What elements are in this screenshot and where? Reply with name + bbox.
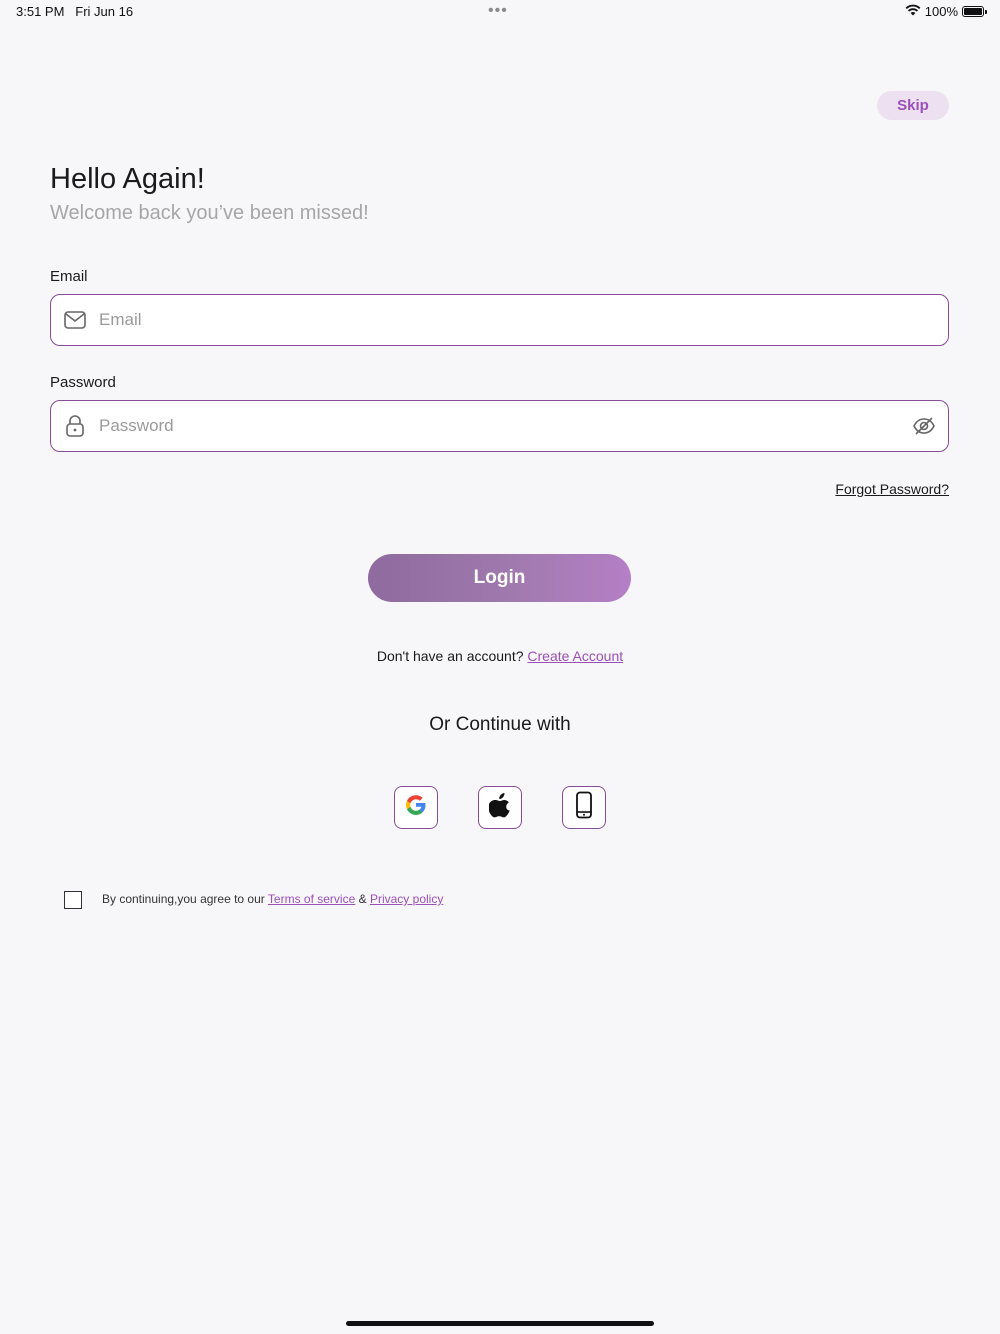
lock-icon <box>63 414 87 438</box>
wifi-icon <box>905 4 921 19</box>
status-bar-time: 3:51 PM Fri Jun 16 <box>16 4 133 19</box>
terms-checkbox[interactable] <box>64 891 82 909</box>
password-input[interactable] <box>97 415 911 437</box>
apple-login-button[interactable] <box>478 786 522 829</box>
forgot-password-link[interactable]: Forgot Password? <box>835 481 949 497</box>
multitasking-dots[interactable]: ••• <box>488 2 508 20</box>
page-subtitle: Welcome back you’ve been missed! <box>50 202 369 224</box>
skip-button[interactable]: Skip <box>877 91 949 120</box>
phone-icon <box>575 791 593 824</box>
privacy-policy-link[interactable]: Privacy policy <box>370 892 443 906</box>
login-button[interactable]: Login <box>368 554 631 602</box>
apple-icon <box>488 792 511 823</box>
email-input[interactable] <box>97 309 948 331</box>
phone-login-button[interactable] <box>562 786 606 829</box>
terms-of-service-link[interactable]: Terms of service <box>268 892 355 906</box>
mail-icon <box>63 308 87 332</box>
status-bar-right: 100% <box>905 4 987 19</box>
email-field[interactable] <box>50 294 949 346</box>
status-date: Fri Jun 16 <box>75 4 134 19</box>
email-label: Email <box>50 268 88 285</box>
google-icon <box>403 792 429 823</box>
signup-row: Don't have an account? Create Account <box>0 648 1000 664</box>
eye-off-icon[interactable] <box>911 413 937 439</box>
terms-separator: & <box>358 892 367 906</box>
password-label: Password <box>50 374 116 391</box>
continue-with-heading: Or Continue with <box>429 714 571 735</box>
password-field[interactable] <box>50 400 949 452</box>
terms-row: By continuing,you agree to our Terms of … <box>102 892 443 906</box>
terms-prefix: By continuing,you agree to our <box>102 892 265 906</box>
create-account-link[interactable]: Create Account <box>527 648 623 664</box>
page-title: Hello Again! <box>50 163 205 195</box>
status-time: 3:51 PM <box>16 4 65 19</box>
battery-percent: 100% <box>924 4 958 19</box>
home-indicator[interactable] <box>346 1321 654 1326</box>
signup-prompt: Don't have an account? <box>376 648 524 664</box>
battery-icon <box>962 6 987 17</box>
google-login-button[interactable] <box>394 786 438 829</box>
